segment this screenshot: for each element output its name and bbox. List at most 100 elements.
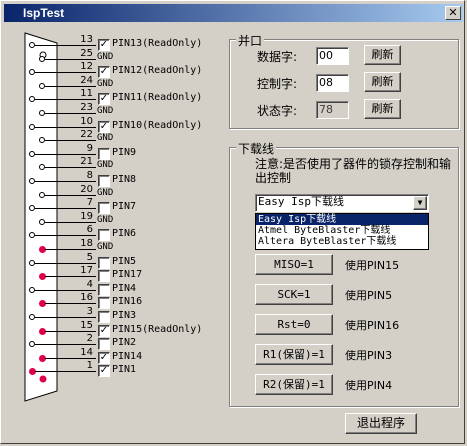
pin-label: GND	[97, 215, 114, 225]
parallel-port-group-title: 并口	[236, 32, 265, 49]
chevron-down-icon[interactable]: ▼	[413, 196, 427, 210]
title-bar[interactable]: IspTest ✕	[4, 4, 463, 22]
pin-lead	[45, 86, 96, 87]
control-word-label: 控制字:	[257, 77, 298, 91]
pin-lead	[45, 140, 96, 141]
pin-lead	[35, 45, 96, 46]
pin-lead	[35, 154, 96, 155]
pin-checkbox[interactable]	[98, 175, 110, 187]
pin-label: PIN12(ReadOnly)	[112, 65, 203, 76]
pin-lead	[35, 317, 96, 318]
refresh-data-button[interactable]: 刷新	[364, 45, 401, 65]
pin-number: 12	[80, 61, 93, 72]
pin-lead	[35, 371, 96, 372]
pin-lead	[45, 276, 96, 277]
pin-label: GND	[97, 133, 114, 143]
control-word-field[interactable]: 08	[316, 74, 349, 92]
pin-lead	[45, 195, 96, 196]
pin-lead	[35, 290, 96, 291]
pin-lead	[45, 167, 96, 168]
main-window: IspTest ✕ 13 ✓ PIN13(ReadOnly) 25 GND 12 ✓ PIN1…	[0, 0, 465, 444]
pin-checkbox[interactable]: ✓	[98, 66, 110, 78]
pin-label: PIN10(ReadOnly)	[112, 120, 203, 131]
pin-lead	[35, 344, 96, 345]
data-word-field[interactable]: 00	[316, 47, 349, 65]
pin-label: PIN16	[112, 296, 143, 307]
pin-label: PIN15(ReadOnly)	[112, 324, 203, 335]
pin-checkbox[interactable]	[98, 202, 110, 214]
signal-button[interactable]: R2(保留)=1	[255, 374, 333, 395]
refresh-status-button[interactable]: 刷新	[364, 99, 401, 119]
pin-number: 19	[80, 211, 93, 222]
pin-label: PIN2	[112, 337, 137, 348]
connector-screw	[39, 375, 47, 383]
pin-label: GND	[97, 79, 114, 89]
pin-number: 11	[80, 88, 93, 99]
pin-number: 9	[86, 143, 93, 154]
pin-label: GND	[97, 160, 114, 170]
pin-number: 8	[86, 170, 93, 181]
pin-checkbox[interactable]: ✓	[98, 39, 110, 51]
pin-number: 4	[86, 279, 93, 290]
status-word-field: 78	[316, 101, 349, 119]
signal-button[interactable]: Rst=0	[255, 314, 333, 335]
pin-lead	[45, 249, 96, 250]
signal-pin-label: 使用PIN15	[345, 259, 400, 272]
pin-number: 7	[86, 197, 93, 208]
pin-number: 1	[86, 360, 93, 371]
pin-number: 5	[86, 252, 93, 263]
pin-number: 10	[80, 116, 93, 127]
pin-lead	[45, 303, 96, 304]
signal-button[interactable]: SCK=1	[255, 284, 333, 305]
pin-lead	[35, 99, 96, 100]
window-title: IspTest	[23, 6, 65, 20]
pin-checkbox[interactable]: ✓	[98, 121, 110, 133]
cable-option[interactable]: Easy Isp下载线	[256, 214, 428, 225]
pin-label: PIN13(ReadOnly)	[112, 38, 203, 49]
pin-label: PIN11(ReadOnly)	[112, 92, 203, 103]
pin-label: GND	[97, 52, 114, 62]
exit-button[interactable]: 退出程序	[345, 413, 417, 434]
pin-lead	[35, 181, 96, 182]
signal-button[interactable]: R1(保留)=1	[255, 344, 333, 365]
pin-checkbox[interactable]: ✓	[98, 365, 110, 377]
download-cable-group-title: 下载线	[236, 140, 277, 157]
pin-checkbox[interactable]	[98, 229, 110, 241]
refresh-control-button[interactable]: 刷新	[364, 72, 401, 92]
pin-label: PIN5	[112, 256, 137, 267]
pin-checkbox[interactable]	[98, 311, 110, 323]
pin-checkbox[interactable]	[98, 284, 110, 296]
cable-option[interactable]: Altera ByteBlaster下载线	[256, 236, 428, 247]
pin-lead	[35, 72, 96, 73]
pin-label: PIN3	[112, 310, 137, 321]
pin-number: 2	[86, 333, 93, 344]
pin-lead	[45, 358, 96, 359]
notice-text: 注意:是否使用了器件的锁存控制和输出控制	[255, 157, 452, 185]
pin-checkbox[interactable]	[98, 297, 110, 309]
pin-label: PIN1	[112, 364, 137, 375]
pin-checkbox[interactable]	[98, 338, 110, 350]
download-cable-group	[229, 147, 459, 407]
pin-checkbox[interactable]	[98, 257, 110, 269]
cable-option[interactable]: Atmel ByteBlaster下载线	[256, 225, 428, 236]
pin-checkbox[interactable]: ✓	[98, 325, 110, 337]
cable-select[interactable]: Easy Isp下载线 ▼	[255, 194, 429, 212]
close-button[interactable]: ✕	[445, 6, 461, 20]
pin-number: 23	[80, 102, 93, 113]
pin-number: 15	[80, 320, 93, 331]
signal-pin-label: 使用PIN3	[345, 349, 393, 362]
pin-number: 16	[80, 292, 93, 303]
signal-button[interactable]: MISO=1	[255, 254, 333, 275]
signal-pin-label: 使用PIN5	[345, 289, 393, 302]
pin-label: PIN17	[112, 269, 143, 280]
pin-lead	[45, 222, 96, 223]
pin-checkbox[interactable]: ✓	[98, 352, 110, 364]
pin-checkbox[interactable]	[98, 148, 110, 160]
pin-number: 13	[80, 34, 93, 45]
pin-label: PIN14	[112, 351, 143, 362]
pin-checkbox[interactable]	[98, 270, 110, 282]
pin-label: PIN6	[112, 228, 137, 239]
pin-checkbox[interactable]: ✓	[98, 93, 110, 105]
pin-label: PIN9	[112, 147, 137, 158]
data-word-label: 数据字:	[257, 50, 298, 64]
